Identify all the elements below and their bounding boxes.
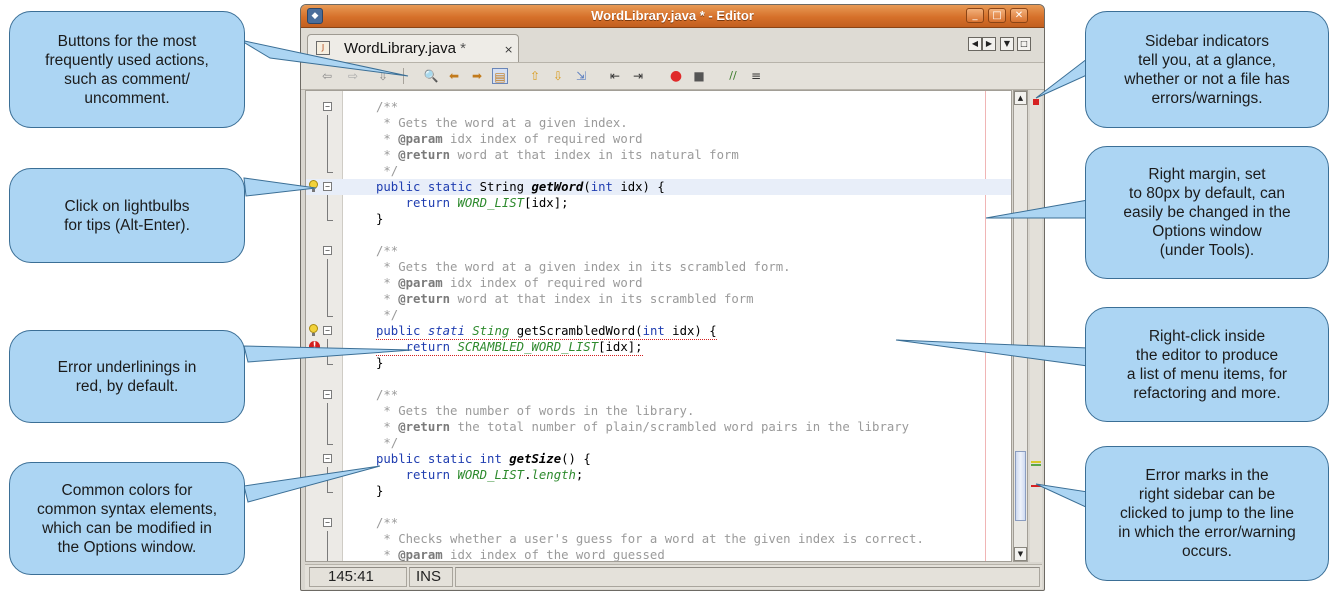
warning-mark[interactable] bbox=[1031, 464, 1041, 466]
fold-toggle-icon[interactable]: − bbox=[323, 102, 332, 111]
fold-toggle-icon[interactable]: − bbox=[323, 518, 332, 527]
back-icon[interactable]: ⇦ bbox=[319, 68, 335, 84]
stop-macro-icon[interactable]: ■ bbox=[691, 68, 707, 84]
fold-toggle-icon[interactable]: − bbox=[323, 182, 332, 191]
history-icon[interactable]: ⇩ bbox=[375, 68, 391, 84]
toggle-bookmark-icon[interactable]: ⇲ bbox=[573, 68, 589, 84]
code-line: * @param idx index of required word bbox=[306, 131, 1011, 147]
find-next-icon[interactable]: ➡ bbox=[469, 68, 485, 84]
code-line: * @return word at that index in its scra… bbox=[306, 291, 1011, 307]
code-line: −/** bbox=[306, 387, 1011, 403]
vertical-scrollbar[interactable]: ▲ ▼ bbox=[1013, 90, 1028, 562]
caret-position: 145:41 bbox=[309, 567, 407, 587]
forward-icon[interactable]: ⇨ bbox=[345, 68, 361, 84]
code-line: −/** bbox=[306, 99, 1011, 115]
editor-window: ◆ WordLibrary.java * - Editor _ □ ✕ J Wo… bbox=[300, 4, 1045, 591]
code-line: * @return the total number of plain/scra… bbox=[306, 419, 1011, 435]
fold-toggle-icon[interactable]: − bbox=[323, 246, 332, 255]
uncomment-icon[interactable]: ≡ bbox=[748, 68, 764, 84]
tab-list-dropdown-button[interactable]: ▼ bbox=[1000, 37, 1014, 51]
start-macro-icon[interactable]: ● bbox=[668, 68, 684, 84]
error-mark[interactable] bbox=[1031, 485, 1041, 487]
scrollbar-thumb[interactable] bbox=[1015, 451, 1026, 521]
code-line: * Gets the word at a given index in its … bbox=[306, 259, 1011, 275]
code-line: * @param idx index of required word bbox=[306, 275, 1011, 291]
title-bar[interactable]: ◆ WordLibrary.java * - Editor _ □ ✕ bbox=[301, 5, 1044, 28]
previous-bookmark-icon[interactable]: ⇧ bbox=[527, 68, 543, 84]
callout-errors: Error underlinings in red, by default. bbox=[9, 330, 245, 423]
code-line: } bbox=[306, 483, 1011, 499]
code-line: } bbox=[306, 211, 1011, 227]
status-bar: 145:41 INS bbox=[305, 564, 1042, 589]
maximize-editor-button[interactable]: □ bbox=[1017, 37, 1031, 51]
code-line: −/** bbox=[306, 243, 1011, 259]
scroll-down-arrow-icon[interactable]: ▼ bbox=[1014, 547, 1027, 561]
code-line-error: − public stati Sting getScrambledWord(int… bbox=[306, 323, 1011, 340]
code-editor[interactable]: −/** * Gets the word at a given index. *… bbox=[305, 90, 1012, 562]
code-line: * Gets the number of words in the librar… bbox=[306, 403, 1011, 419]
code-line: return WORD_LIST[idx]; bbox=[306, 195, 1011, 211]
scroll-tabs-right-button[interactable]: ▶ bbox=[982, 37, 996, 51]
code-line: * @return word at that index in its natu… bbox=[306, 147, 1011, 163]
close-window-button[interactable]: ✕ bbox=[1010, 8, 1028, 23]
maximize-button[interactable]: □ bbox=[988, 8, 1006, 23]
error-icon[interactable]: ! bbox=[309, 341, 320, 352]
fold-toggle-icon[interactable]: − bbox=[323, 454, 332, 463]
find-previous-icon[interactable]: ⬅ bbox=[446, 68, 462, 84]
editor-tab-strip: J WordLibrary.java * × ◀ ▶ ▼ □ bbox=[301, 28, 1044, 63]
window-title: WordLibrary.java * - Editor bbox=[591, 8, 754, 23]
file-status-indicator[interactable] bbox=[1033, 99, 1039, 105]
code-line: − public static int getSize() { bbox=[306, 451, 1011, 467]
code-line: } bbox=[306, 355, 1011, 371]
find-icon[interactable]: 🔍 bbox=[423, 68, 439, 84]
code-line: */ bbox=[306, 163, 1011, 179]
lightbulb-icon[interactable] bbox=[309, 180, 318, 192]
scroll-tabs-left-button[interactable]: ◀ bbox=[968, 37, 982, 51]
error-stripe[interactable] bbox=[1030, 90, 1042, 562]
minimize-button[interactable]: _ bbox=[966, 8, 984, 23]
java-file-icon: J bbox=[316, 41, 330, 55]
code-line: */ bbox=[306, 307, 1011, 323]
code-line: * Checks whether a user's guess for a wo… bbox=[306, 531, 1011, 547]
callout-buttons: Buttons for the most frequently used acti… bbox=[9, 11, 245, 128]
callout-lightbulbs: Click on lightbulbs for tips (Alt-Enter). bbox=[9, 168, 245, 263]
next-bookmark-icon[interactable]: ⇩ bbox=[550, 68, 566, 84]
toggle-highlight-icon[interactable]: ▤ bbox=[492, 68, 508, 84]
tab-close-icon[interactable]: × bbox=[504, 43, 513, 56]
shift-left-icon[interactable]: ⇤ bbox=[607, 68, 623, 84]
code-area[interactable]: −/** * Gets the word at a given index. *… bbox=[306, 91, 1011, 561]
code-line: * @param idx index of the word guessed bbox=[306, 547, 1011, 561]
warning-mark[interactable] bbox=[1031, 461, 1041, 463]
callout-margin: Right margin, set to 80px by default, can… bbox=[1085, 146, 1329, 279]
comment-icon[interactable]: // bbox=[725, 68, 741, 84]
insert-mode: INS bbox=[409, 567, 453, 587]
file-tab-label: WordLibrary.java * bbox=[344, 40, 467, 57]
code-line: −/** bbox=[306, 515, 1011, 531]
lightbulb-icon[interactable] bbox=[309, 324, 318, 336]
code-line: * Gets the word at a given index. bbox=[306, 115, 1011, 131]
toolbar-separator bbox=[403, 68, 404, 84]
callout-sidebar: Sidebar indicators tell you, at a glance,… bbox=[1085, 11, 1329, 128]
code-line: return WORD_LIST.length; bbox=[306, 467, 1011, 483]
file-tab-wordlibrary[interactable]: J WordLibrary.java * × bbox=[307, 34, 519, 62]
editor-toolbar: ⇦ ⇨ ⇩ 🔍 ⬅ ➡ ▤ ⇧ ⇩ ⇲ ⇤ ⇥ ● ■ // ≡ bbox=[301, 63, 1044, 90]
code-line: */ bbox=[306, 435, 1011, 451]
fold-toggle-icon[interactable]: − bbox=[323, 390, 332, 399]
code-line-current: − public static String getWord(int idx) { bbox=[306, 179, 1011, 195]
fold-toggle-icon[interactable]: − bbox=[323, 326, 332, 335]
callout-rightclick: Right-click inside the editor to produce a… bbox=[1085, 307, 1329, 422]
callout-errormarks: Error marks in the right sidebar can be cl… bbox=[1085, 446, 1329, 581]
callout-colors: Common colors for common syntax elements,… bbox=[9, 462, 245, 575]
code-line-error: ! return SCRAMBLED_WORD_LIST[idx]; bbox=[306, 339, 1011, 356]
status-message-area bbox=[455, 567, 1040, 587]
shift-right-icon[interactable]: ⇥ bbox=[630, 68, 646, 84]
scroll-up-arrow-icon[interactable]: ▲ bbox=[1014, 91, 1027, 105]
